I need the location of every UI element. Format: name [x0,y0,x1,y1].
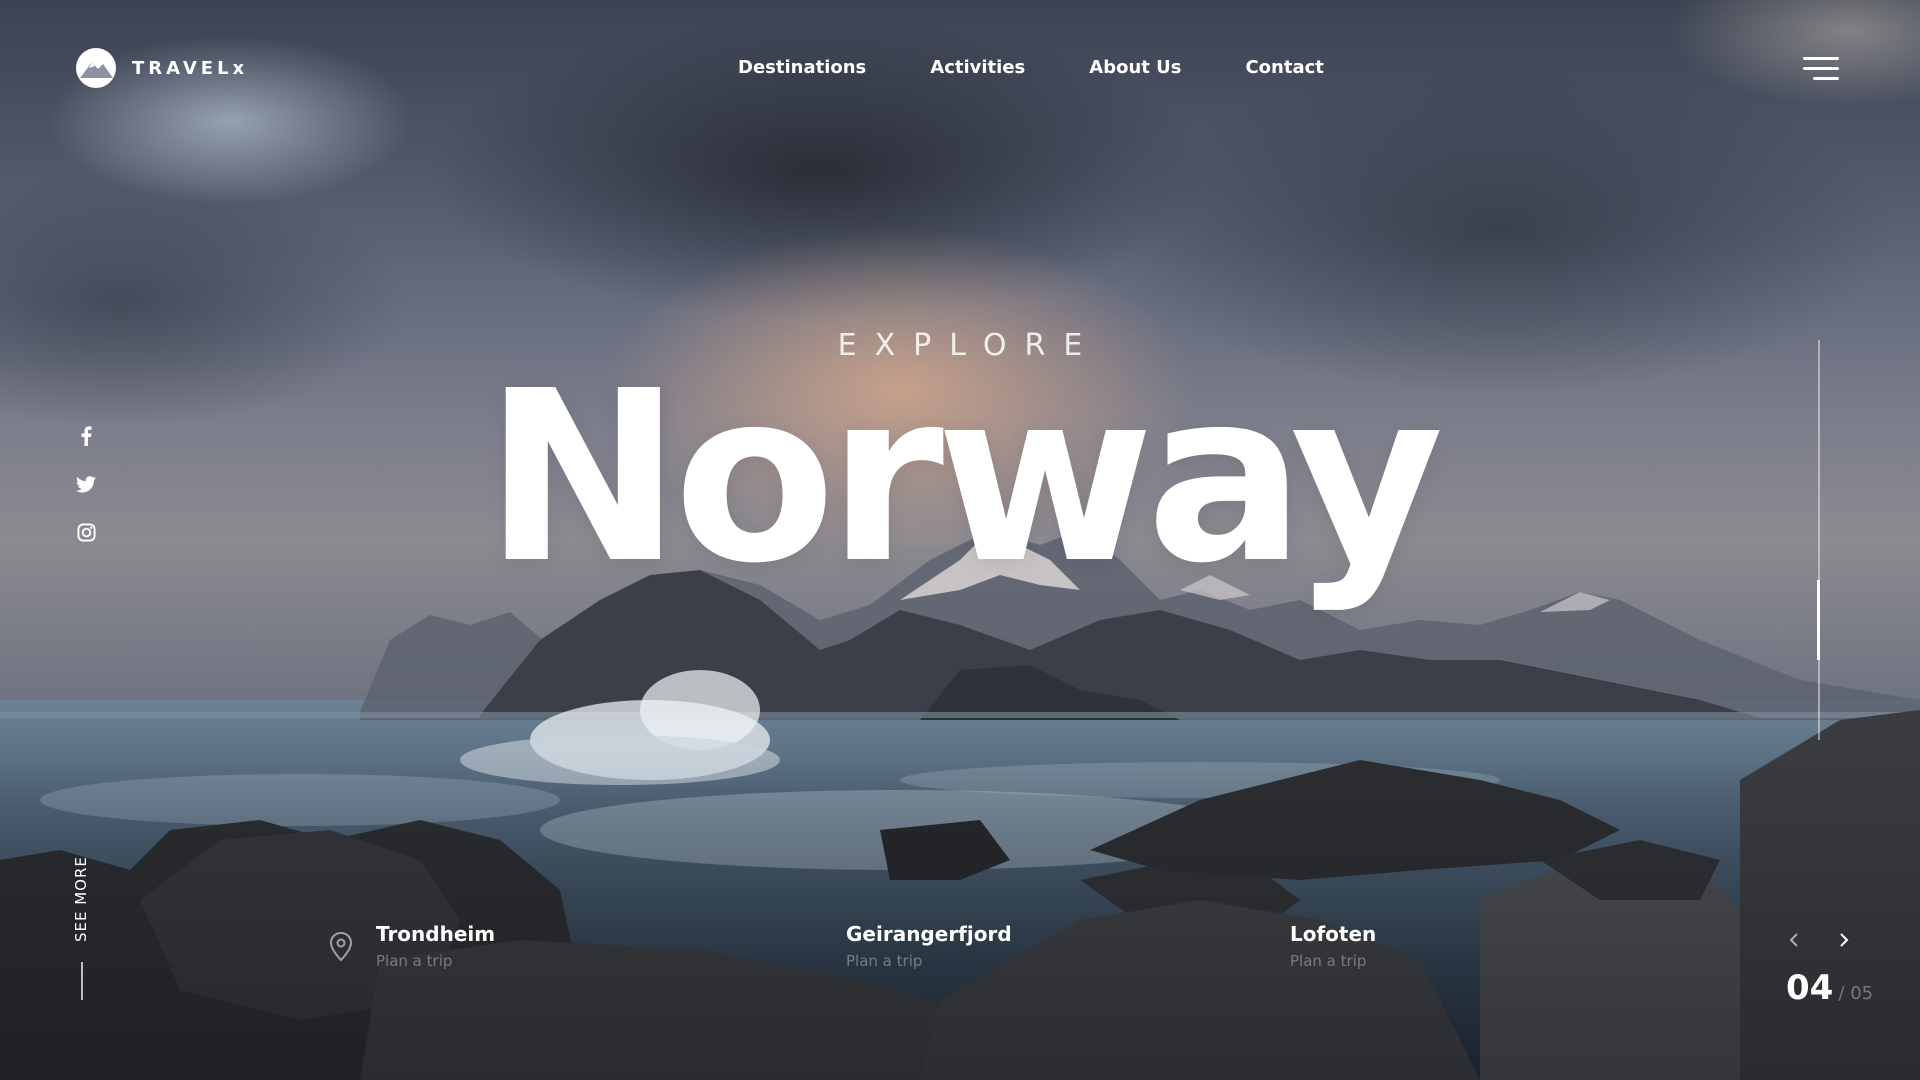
destination-name: Lofoten [1290,922,1377,946]
slide-progress-track [1818,340,1820,740]
see-more-button[interactable]: SEE MORE [72,850,94,1000]
hamburger-menu-icon[interactable] [1803,57,1839,83]
see-more-line [81,962,83,1000]
social-links [76,426,96,542]
destination-name: Trondheim [376,922,496,946]
nav-about-us[interactable]: About Us [1089,57,1181,78]
instagram-icon[interactable] [76,522,96,542]
destination-card-geirangerfjord[interactable]: Geirangerfjord Plan a trip [846,922,1012,970]
brand-logo[interactable]: TRAVELx [76,48,248,88]
see-more-label: SEE MORE [72,856,90,942]
main-navigation: Destinations Activities About Us Contact [738,57,1324,78]
destination-subtitle: Plan a trip [846,952,923,970]
nav-contact[interactable]: Contact [1245,57,1323,78]
mountain-logo-icon [76,48,116,88]
brand-name: TRAVELx [132,57,249,79]
chevron-left-icon[interactable] [1784,930,1804,950]
chevron-right-icon[interactable] [1834,930,1854,950]
facebook-icon[interactable] [76,426,96,446]
destination-subtitle: Plan a trip [1290,952,1367,970]
slide-progress-indicator [1817,580,1820,660]
destination-card-lofoten[interactable]: Lofoten Plan a trip [1290,922,1376,970]
destination-subtitle: Plan a trip [376,952,453,970]
slide-counter: 04 / 05 [1786,968,1873,1008]
twitter-icon[interactable] [76,474,96,494]
nav-destinations[interactable]: Destinations [738,57,866,78]
slide-counter-current: 04 [1786,968,1834,1008]
destination-name: Geirangerfjord [846,922,1012,946]
hero-title: Norway [484,340,1444,615]
nav-activities[interactable]: Activities [930,57,1025,78]
destination-card-trondheim[interactable]: Trondheim Plan a trip [328,922,495,970]
slide-counter-total: / 05 [1838,983,1874,1004]
location-pin-icon [329,932,353,962]
